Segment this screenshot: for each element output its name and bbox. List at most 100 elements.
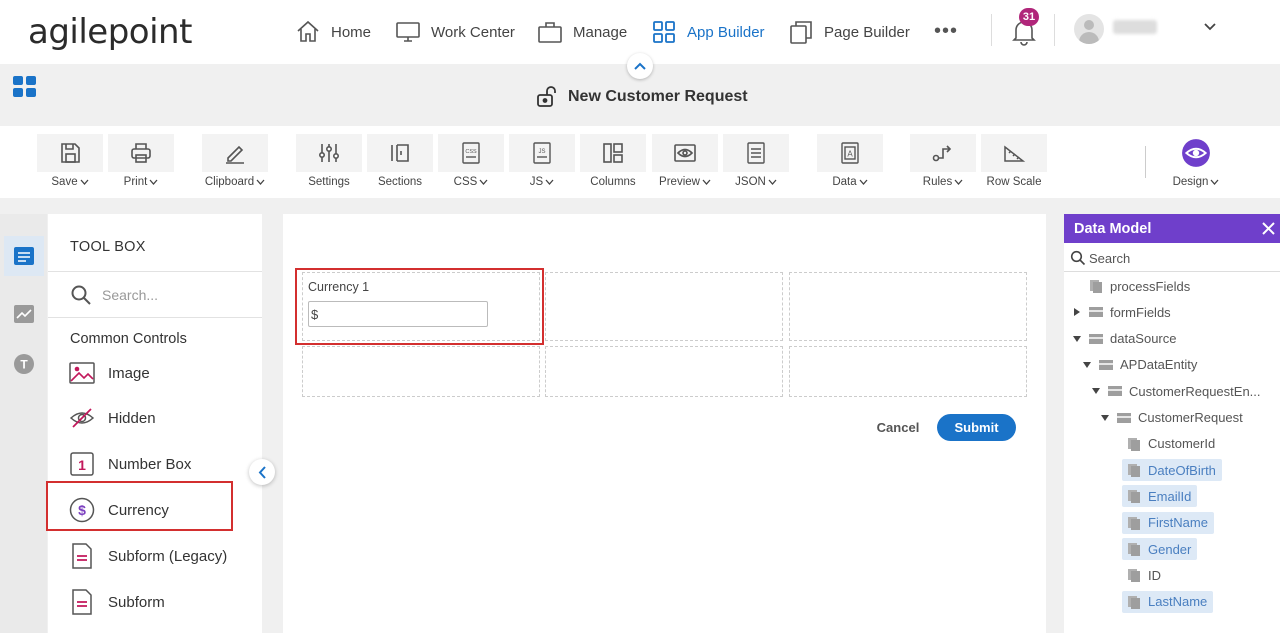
tree-item[interactable]: FirstName [1122, 511, 1214, 534]
tree-item-label: EmailId [1148, 488, 1192, 504]
tree-item[interactable]: dataSource [1072, 328, 1177, 350]
apps-grid-icon[interactable] [13, 76, 37, 98]
briefcase-icon [538, 22, 562, 43]
caret-right-icon[interactable] [1072, 307, 1082, 317]
rail-reports-tab[interactable] [4, 294, 44, 334]
toolbox-item-label: Number Box [108, 455, 192, 473]
tree-item[interactable]: EmailId [1122, 485, 1198, 508]
css-button[interactable]: CSS CSS [438, 134, 504, 194]
form-cell[interactable] [545, 346, 783, 397]
ribbon-divider [1145, 146, 1146, 178]
tree-item-label: CustomerRequest [1138, 410, 1243, 425]
unlock-icon[interactable] [536, 86, 560, 108]
close-icon[interactable] [1261, 221, 1276, 236]
caret-down-icon[interactable] [1072, 334, 1082, 344]
chevron-down-icon[interactable] [1203, 22, 1217, 32]
tree-item[interactable]: Gender [1122, 538, 1198, 560]
user-name[interactable]: kaizen [1113, 20, 1157, 34]
form-cell[interactable] [789, 346, 1027, 397]
row-scale-button[interactable]: Row Scale [981, 134, 1047, 194]
toolbox-search-input[interactable] [102, 284, 252, 306]
tree-item[interactable]: ID [1122, 564, 1167, 586]
monitor-icon [396, 22, 420, 42]
tree-item[interactable]: APDataEntity [1082, 354, 1197, 376]
json-button[interactable]: JSON [723, 134, 789, 194]
preview-button[interactable]: Preview [652, 134, 718, 194]
collapse-toolbox-button[interactable] [249, 459, 275, 485]
rail-toolbox-tab[interactable] [4, 236, 44, 276]
agilepoint-logo[interactable]: agilepoint [28, 12, 192, 52]
data-button[interactable]: A Data [817, 134, 883, 194]
chevron-down-icon [1210, 179, 1219, 185]
collapse-header-button[interactable] [627, 53, 653, 79]
caret-down-icon[interactable] [1082, 360, 1092, 370]
toolbox-item-subform[interactable]: Subform [66, 582, 262, 622]
rules-button[interactable]: Rules [910, 134, 976, 194]
tree-item[interactable]: CustomerRequestEn... [1091, 380, 1261, 402]
data-model-search-input[interactable] [1089, 249, 1269, 267]
rail-text-tab[interactable]: T [4, 344, 44, 384]
toolbox-item-image[interactable]: Image [66, 353, 262, 393]
submit-button[interactable]: Submit [937, 414, 1016, 441]
columns-button[interactable]: Columns [580, 134, 646, 194]
chevron-down-icon [149, 179, 158, 185]
sections-button[interactable]: Sections [367, 134, 433, 194]
form-cell[interactable] [302, 346, 540, 397]
tree-item[interactable]: DateOfBirth [1122, 459, 1222, 482]
print-button[interactable]: Print [108, 134, 174, 194]
form-title-text: New Customer Request [568, 88, 748, 105]
tree-item[interactable]: CustomerId [1122, 433, 1221, 455]
user-avatar[interactable] [1074, 14, 1104, 44]
toolbox-item-number-box[interactable]: 1 Number Box [66, 444, 262, 484]
form-canvas: Currency 1 $ Cancel Submit [283, 214, 1046, 633]
nav-app-builder[interactable]: App Builder [651, 16, 765, 48]
clipboard-button[interactable]: Clipboard [202, 134, 268, 194]
nav-page-builder-label: Page Builder [824, 23, 910, 41]
form-cell[interactable] [789, 272, 1027, 341]
chevron-down-icon [954, 179, 963, 185]
toolbox-item-label: Hidden [108, 409, 156, 427]
tree-item[interactable]: LastName [1122, 590, 1214, 613]
field-icon [1128, 490, 1140, 504]
field-icon [1128, 516, 1140, 530]
toolbox-item-hidden[interactable]: Hidden [66, 398, 262, 438]
settings-label: Settings [308, 176, 350, 188]
chevron-down-icon [859, 179, 868, 185]
tree-item[interactable]: formFields [1072, 301, 1171, 323]
cancel-button[interactable]: Cancel [873, 414, 923, 440]
field-icon [1090, 280, 1102, 293]
nav-work-center[interactable]: Work Center [395, 16, 515, 48]
settings-button[interactable]: Settings [296, 134, 362, 194]
field-icon [1128, 595, 1140, 609]
home-icon [297, 20, 319, 42]
tree-item[interactable]: processFields [1072, 275, 1190, 297]
more-menu-icon[interactable]: ••• [934, 20, 958, 43]
nav-divider [1054, 14, 1055, 46]
design-button[interactable]: Design [1163, 134, 1229, 194]
js-icon-text: JS [538, 149, 545, 155]
toolbox-item-currency[interactable]: $ Currency [66, 490, 262, 530]
number-box-icon: 1 [70, 452, 94, 476]
nav-home[interactable]: Home [295, 16, 371, 48]
js-button[interactable]: JS JS [509, 134, 575, 194]
nav-page-builder[interactable]: Page Builder [788, 16, 910, 48]
tree-item[interactable]: CustomerRequest [1100, 407, 1243, 429]
chevron-left-icon [258, 465, 266, 479]
entity-group-icon [1108, 386, 1122, 397]
columns-icon [603, 143, 623, 163]
form-cell[interactable] [545, 272, 783, 341]
caret-down-icon[interactable] [1100, 413, 1110, 423]
subform-legacy-icon [72, 543, 92, 569]
caret-down-icon[interactable] [1091, 386, 1101, 396]
currency-field-input[interactable]: $ [308, 301, 488, 327]
js-label: JS [529, 176, 544, 188]
grid-icon [653, 21, 675, 43]
number-box-glyph: 1 [78, 457, 86, 473]
nav-manage-label: Manage [573, 23, 628, 41]
save-button[interactable]: Save [37, 134, 103, 194]
json-label: JSON [735, 176, 766, 188]
toolbox-item-subform-legacy[interactable]: Subform (Legacy) [66, 536, 262, 576]
form-title: New Customer Request [536, 86, 748, 108]
clipboard-label: Clipboard [204, 176, 255, 188]
nav-manage[interactable]: Manage [537, 16, 627, 48]
